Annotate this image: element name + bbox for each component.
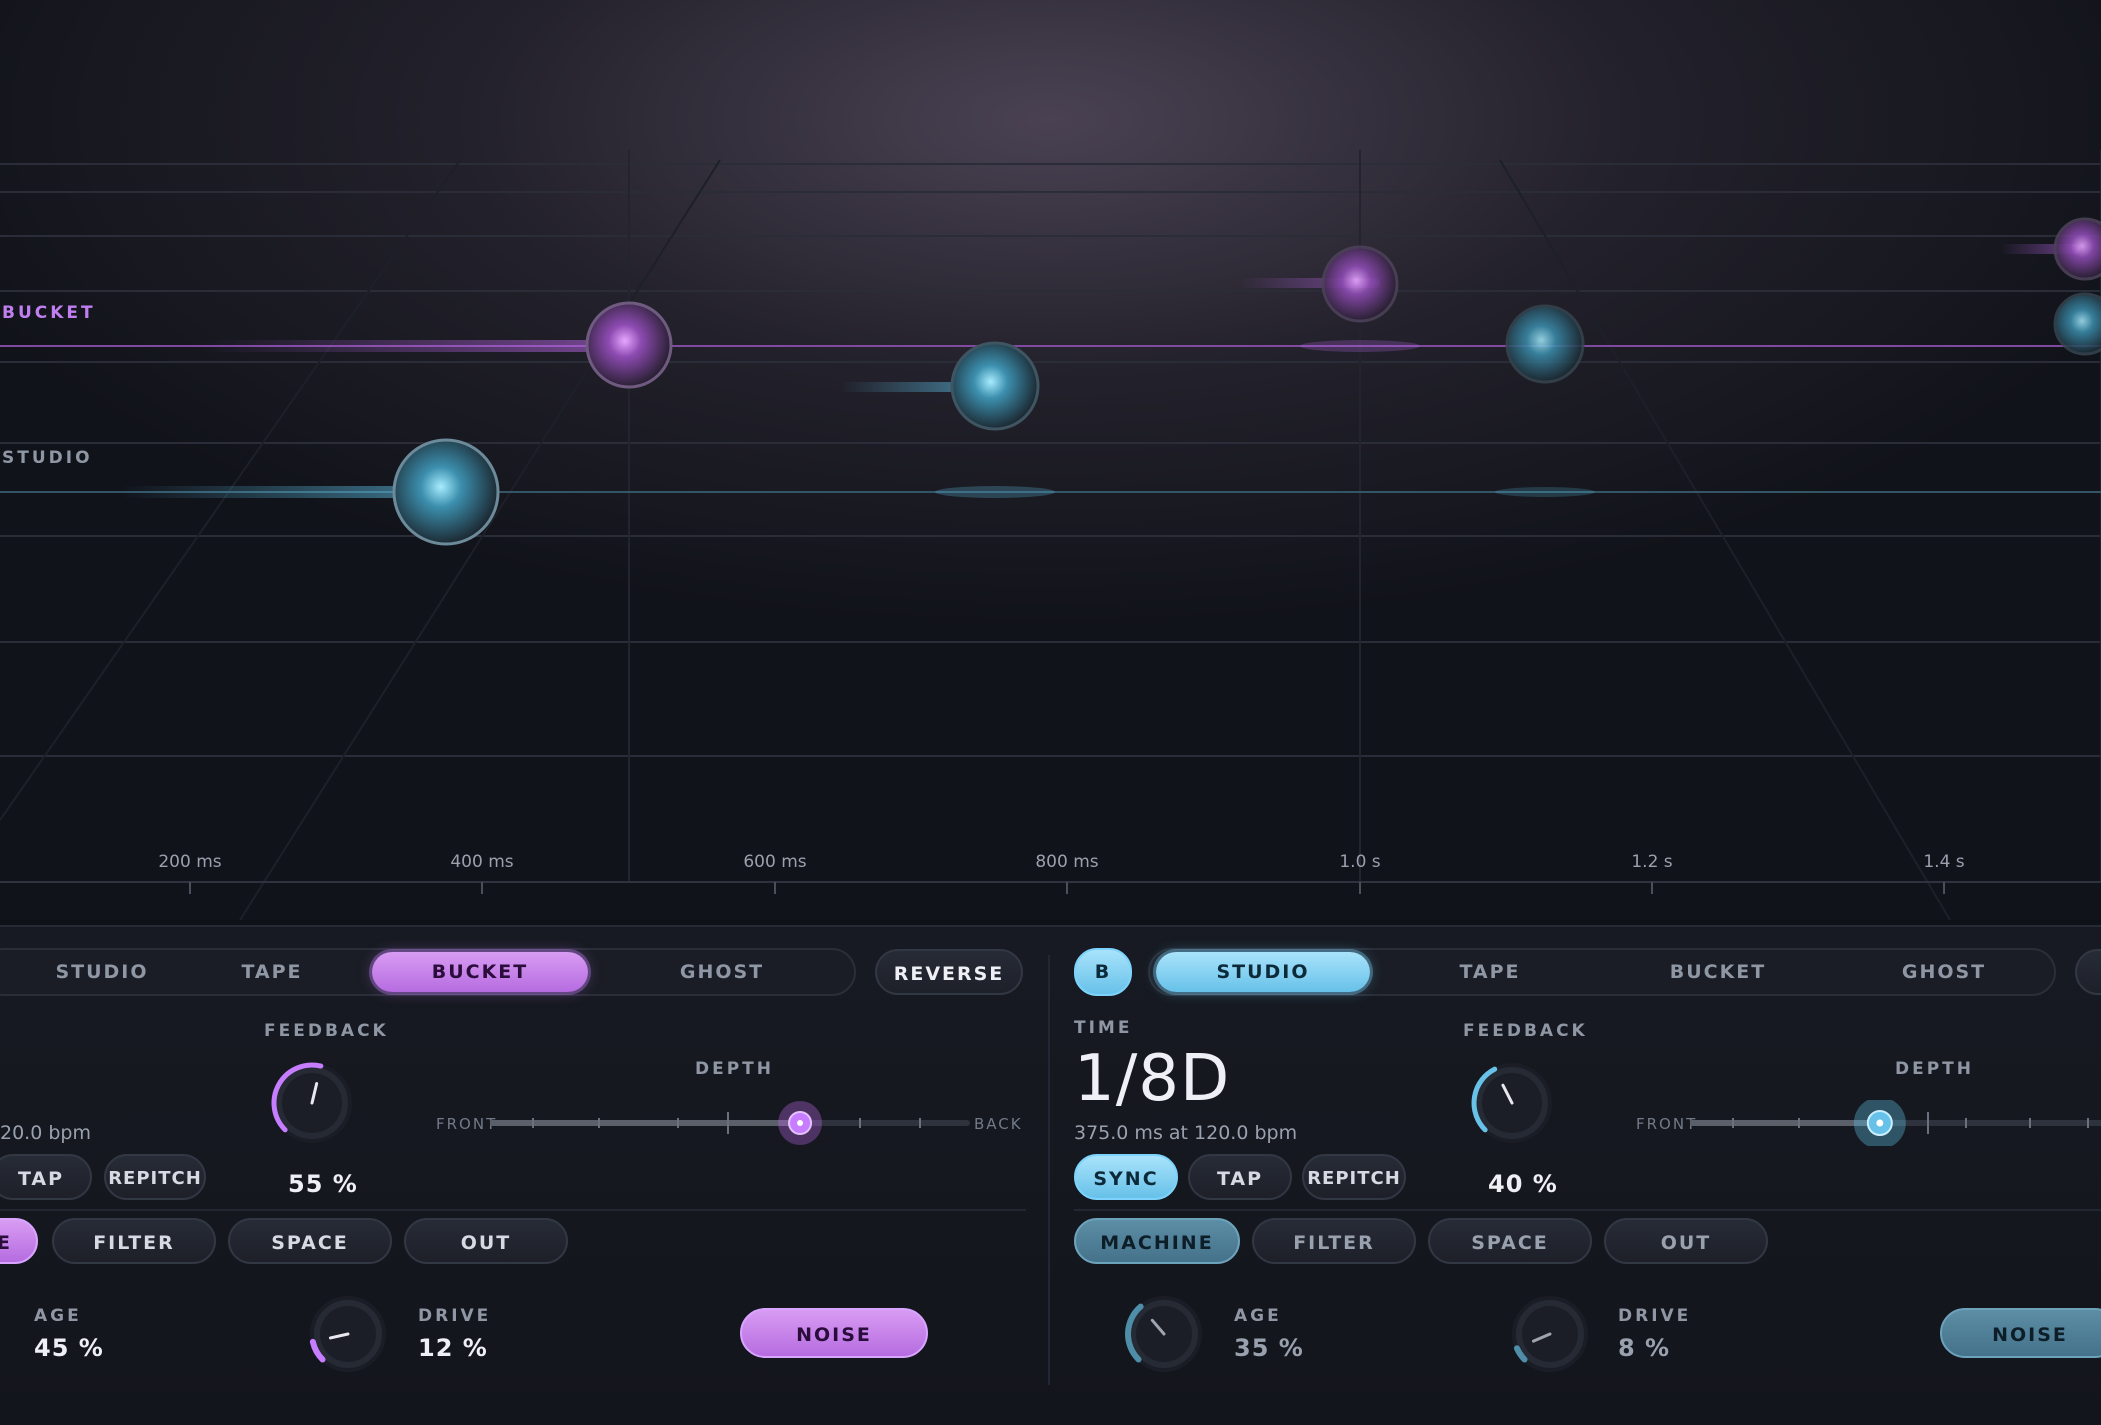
right-time-detail: 375.0 ms at 120.0 bpm	[1074, 1122, 1298, 1144]
time-tick-label: 1.2 s	[1631, 852, 1673, 872]
panel-divider	[1048, 955, 1050, 1385]
right-drive-value: 8 %	[1618, 1334, 1671, 1362]
left-tab-filter[interactable]: FILTER	[52, 1218, 216, 1264]
left-separator	[0, 1209, 1026, 1211]
echo-orb	[392, 438, 500, 546]
right-feedback-label: FEEDBACK	[1463, 1021, 1588, 1041]
left-bpm-readout: 20.0 bpm	[0, 1122, 91, 1144]
right-time-label: TIME	[1074, 1018, 1133, 1038]
right-drive-label: DRIVE	[1618, 1306, 1692, 1326]
right-separator	[1074, 1209, 2101, 1211]
left-tap-button[interactable]: TAP	[0, 1154, 92, 1200]
right-mode-bucket[interactable]: BUCKET	[1618, 950, 1818, 994]
right-age-value: 35 %	[1234, 1334, 1304, 1362]
left-mode-ghost[interactable]: GHOST	[622, 950, 822, 994]
left-depth-front-label: FRONT	[436, 1115, 498, 1133]
right-tab-machine[interactable]: MACHINE	[1074, 1218, 1240, 1264]
delay-visualizer	[0, 0, 2101, 920]
left-noise-button[interactable]: NOISE	[740, 1308, 928, 1358]
left-drive-value: 12 %	[418, 1334, 488, 1362]
time-tick-label: 400 ms	[450, 852, 514, 872]
right-mode-ghost[interactable]: GHOST	[1844, 950, 2044, 994]
reverse-button[interactable]: REVERSE	[875, 949, 1023, 995]
left-age-knob[interactable]	[0, 1290, 8, 1380]
left-depth-label: DEPTH	[695, 1059, 775, 1079]
right-mode-tape[interactable]: TAPE	[1390, 950, 1590, 994]
left-age-label: AGE	[34, 1306, 82, 1326]
right-age-label: AGE	[1234, 1306, 1282, 1326]
left-feedback-knob[interactable]	[262, 1053, 362, 1153]
right-tab-filter[interactable]: FILTER	[1252, 1218, 1416, 1264]
right-sync-button[interactable]: SYNC	[1074, 1154, 1178, 1200]
right-tap-button[interactable]: TAP	[1188, 1154, 1292, 1200]
right-repitch-button[interactable]: REPITCH	[1302, 1154, 1406, 1200]
echo-orb	[950, 341, 1040, 431]
right-age-knob[interactable]	[1116, 1288, 1212, 1384]
time-tick-label: 200 ms	[158, 852, 222, 872]
left-mode-bucket[interactable]: BUCKET	[372, 952, 588, 992]
time-tick-label: 1.4 s	[1923, 852, 1965, 872]
echo-orb	[1505, 304, 1585, 384]
echo-orb	[2053, 292, 2101, 356]
echo-orb	[1321, 245, 1399, 323]
left-depth-back-label: BACK	[974, 1115, 1023, 1133]
right-feedback-knob[interactable]	[1462, 1053, 1562, 1153]
right-tab-space[interactable]: SPACE	[1428, 1218, 1592, 1264]
right-feedback-value: 40 %	[1488, 1170, 1558, 1198]
right-noise-button[interactable]: NOISE	[1940, 1308, 2101, 1358]
left-age-value: 45 %	[34, 1334, 104, 1362]
left-feedback-value: 55 %	[288, 1170, 358, 1198]
left-mode-selector: STUDIO TAPE BUCKET GHOST	[0, 948, 856, 996]
right-depth-slider[interactable]	[1690, 1100, 2101, 1146]
lane-label-bucket: BUCKET	[2, 303, 96, 323]
right-depth-label: DEPTH	[1895, 1059, 1975, 1079]
left-mode-tape[interactable]: TAPE	[192, 950, 352, 994]
right-mode-studio[interactable]: STUDIO	[1156, 952, 1370, 992]
right-drive-knob[interactable]	[1502, 1288, 1598, 1384]
left-mode-studio[interactable]: STUDIO	[2, 950, 202, 994]
echo-orb	[2053, 217, 2101, 281]
time-tick-label: 800 ms	[1035, 852, 1099, 872]
left-depth-slider[interactable]	[490, 1100, 970, 1146]
right-tab-out[interactable]: OUT	[1604, 1218, 1768, 1264]
right-time-value[interactable]: 1/8D	[1074, 1042, 1230, 1116]
left-tab-space[interactable]: SPACE	[228, 1218, 392, 1264]
right-mode-selector: STUDIO TAPE BUCKET GHOST	[1148, 948, 2056, 996]
left-drive-knob[interactable]	[300, 1288, 396, 1384]
time-tick-label: 600 ms	[743, 852, 807, 872]
right-depth-front-label: FRONT	[1636, 1115, 1698, 1133]
left-drive-label: DRIVE	[418, 1306, 492, 1326]
channel-b-button[interactable]: B	[1074, 948, 1132, 996]
left-repitch-button[interactable]: REPITCH	[104, 1154, 206, 1200]
time-tick-label: 1.0 s	[1339, 852, 1381, 872]
echo-orb	[585, 301, 673, 389]
left-tab-out[interactable]: OUT	[404, 1218, 568, 1264]
lane-label-studio: STUDIO	[2, 448, 93, 468]
left-feedback-label: FEEDBACK	[264, 1021, 389, 1041]
